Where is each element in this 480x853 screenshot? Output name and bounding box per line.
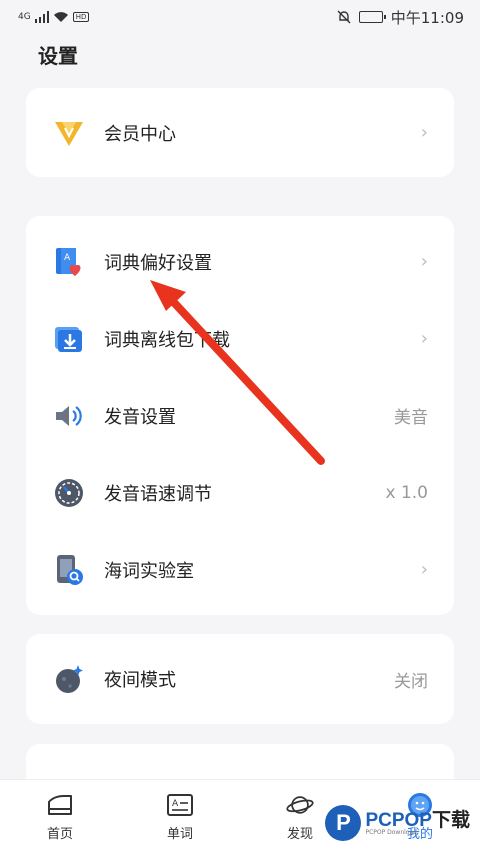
pronunciation-setting-label: 发音设置 <box>104 406 176 428</box>
pcpop-brand: PCPOP下载 <box>365 809 470 831</box>
night-mode-item[interactable]: 夜间模式 关闭 <box>26 634 454 724</box>
home-icon <box>46 791 74 819</box>
pcpop-logo: P <box>325 805 362 841</box>
vip-center-item[interactable]: 会员中心 › <box>26 88 454 177</box>
clock: 中午11:09 <box>390 8 464 27</box>
night-mode-value[interactable]: 关闭 <box>394 667 428 692</box>
tab-words[interactable]: A 单词 <box>120 780 240 853</box>
network-type: 4G <box>18 12 31 22</box>
chevron-right-icon: › <box>420 559 428 580</box>
night-mode-card: 夜间模式 关闭 <box>26 634 454 724</box>
dictionary-preference-label: 词典偏好设置 <box>104 252 212 274</box>
word-card-icon: A <box>166 791 194 819</box>
speaker-icon <box>52 399 86 433</box>
lab-label: 海词实验室 <box>104 560 194 582</box>
svg-text:A: A <box>172 799 179 809</box>
pcpop-text: PCPOP下载 PCPOP Download <box>365 811 470 836</box>
battery-icon <box>358 11 386 23</box>
offline-package-label: 词典离线包下载 <box>104 329 230 351</box>
tab-home-label: 首页 <box>46 827 73 842</box>
pronunciation-setting-item[interactable]: 发音设置 美音 <box>26 377 454 454</box>
pronunciation-setting-value: 美音 <box>394 408 428 428</box>
svg-text:A: A <box>64 253 71 263</box>
pcpop-subtext: PCPOP Download <box>365 828 417 836</box>
moon-icon <box>52 662 86 696</box>
speech-speed-value: x 1.0 <box>385 482 429 503</box>
lab-phone-icon <box>52 553 86 587</box>
chevron-right-icon: › <box>420 328 428 349</box>
status-bar: 4G HD 中午11:09 <box>0 0 480 34</box>
dictionary-preference-item[interactable]: A 词典偏好设置 › <box>26 223 454 300</box>
chevron-right-icon: › <box>420 251 428 272</box>
chevron-right-icon: › <box>420 122 428 143</box>
offline-download-icon <box>52 322 86 356</box>
settings-card: A 词典偏好设置 › 词典离线包下载 › 发音设置 美音 发音语速调节 x 1.… <box>26 216 454 615</box>
speech-speed-label: 发音语速调节 <box>104 483 212 505</box>
tab-discover-label: 发现 <box>286 827 313 842</box>
dictionary-preference-icon: A <box>52 245 86 279</box>
vip-diamond-icon <box>52 116 86 150</box>
status-right: 中午11:09 <box>337 7 464 28</box>
status-left: 4G HD <box>18 11 90 23</box>
tab-words-label: 单词 <box>166 827 193 842</box>
speedometer-icon <box>52 476 86 510</box>
mute-bell-icon <box>337 10 351 24</box>
offline-package-item[interactable]: 词典离线包下载 › <box>26 300 454 377</box>
night-mode-label: 夜间模式 <box>104 670 176 691</box>
vip-center-label: 会员中心 <box>104 123 176 145</box>
planet-icon <box>286 791 314 819</box>
signal-icon <box>34 11 49 23</box>
lab-item[interactable]: 海词实验室 › <box>26 531 454 608</box>
pcpop-watermark: P PCPOP下载 PCPOP Download <box>325 805 470 841</box>
hd-badge: HD <box>72 12 90 22</box>
wifi-icon <box>53 12 68 22</box>
speech-speed-item[interactable]: 发音语速调节 x 1.0 <box>26 454 454 531</box>
vip-card: 会员中心 › <box>26 88 454 177</box>
page-title: 设置 <box>38 44 78 68</box>
tab-home[interactable]: 首页 <box>0 780 120 853</box>
